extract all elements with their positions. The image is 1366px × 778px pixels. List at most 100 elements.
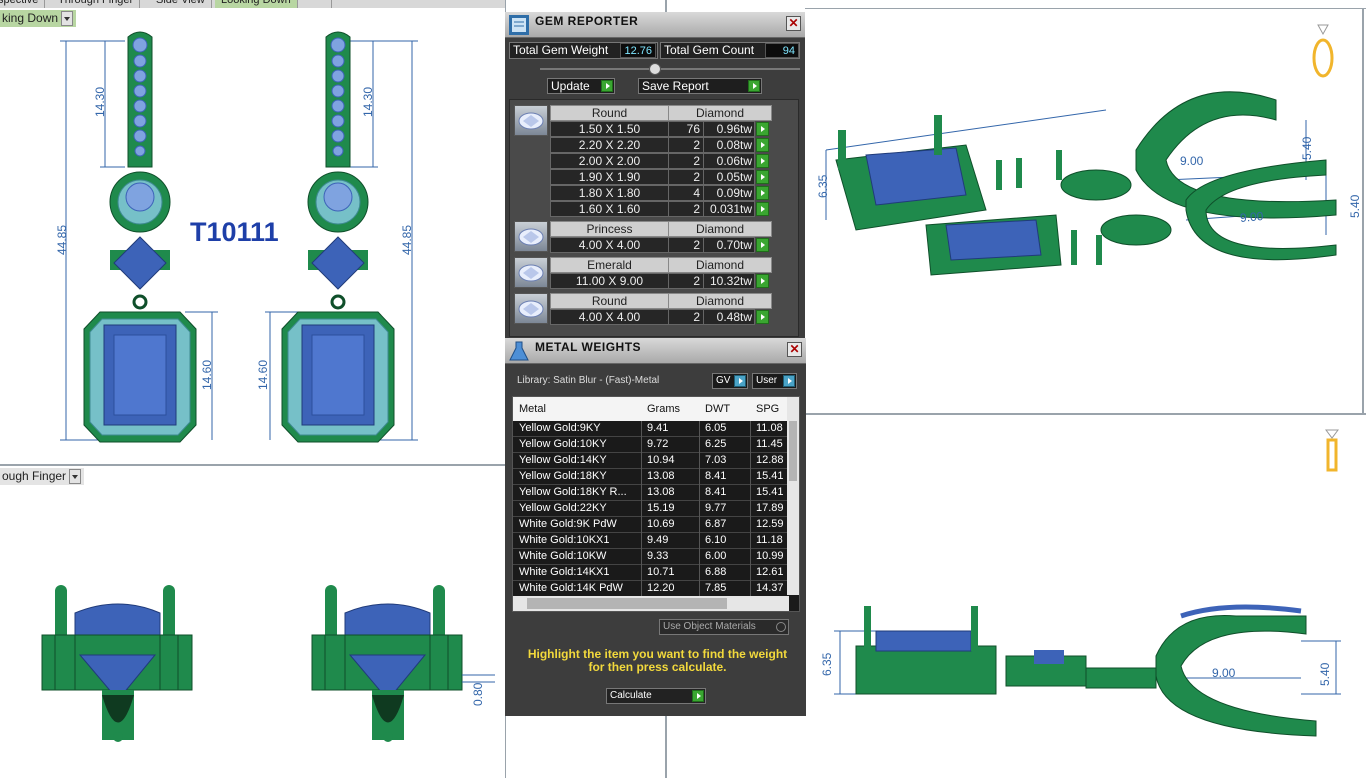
table-row[interactable]: Yellow Gold:14KY 10.94 7.03 12.88 (513, 453, 789, 469)
viewport-label-text: king Down (2, 11, 59, 25)
table-row[interactable]: Yellow Gold:9KY 9.41 6.05 11.08 (513, 421, 789, 437)
table-row[interactable]: White Gold:9K PdW 10.69 6.87 12.59 (513, 517, 789, 533)
column-divider (699, 565, 700, 581)
gv-dropdown[interactable]: GV (712, 373, 748, 389)
column-header-grams[interactable]: Grams (647, 403, 680, 415)
user-dropdown[interactable]: User (752, 373, 797, 389)
tab-perspective[interactable]: spective (0, 0, 46, 8)
table-row[interactable]: White Gold:14KX1 10.71 6.88 12.61 (513, 565, 789, 581)
gem-weight: 10.32tw (703, 273, 755, 289)
use-object-materials-toggle[interactable]: Use Object Materials (659, 619, 789, 635)
horizontal-scrollbar[interactable] (513, 596, 789, 611)
round-gem-icon[interactable] (514, 293, 548, 324)
round-gem-icon[interactable] (514, 105, 548, 136)
column-divider (699, 517, 700, 533)
select-gems-icon[interactable] (756, 186, 769, 200)
dimension-label: 5.40 (1348, 194, 1362, 218)
dwt-value: 6.88 (705, 566, 727, 578)
scroll-thumb[interactable] (527, 598, 727, 609)
tab-add[interactable]: ​ (318, 0, 332, 8)
gem-row[interactable]: 2.20 X 2.20 2 0.08tw (550, 137, 772, 153)
gem-weight: 0.48tw (703, 309, 755, 325)
chevron-down-icon[interactable] (61, 11, 74, 26)
table-row[interactable]: Yellow Gold:18KY 13.08 8.41 15.41 (513, 469, 789, 485)
side-view-drawing (834, 429, 1341, 737)
table-row[interactable]: Yellow Gold:18KY R... 13.08 8.41 15.41 (513, 485, 789, 501)
select-gems-icon[interactable] (756, 274, 769, 288)
column-divider (699, 501, 700, 517)
metal-name: White Gold:14K PdW (519, 582, 623, 594)
column-divider (641, 421, 642, 437)
table-row[interactable]: White Gold:10KX1 9.49 6.10 11.18 (513, 533, 789, 549)
use-object-materials-label: Use Object Materials (663, 621, 756, 632)
save-report-button[interactable]: Save Report (638, 78, 762, 94)
scroll-thumb[interactable] (789, 421, 797, 481)
viewport-label-through-finger[interactable]: ough Finger (0, 468, 84, 485)
princess-gem-icon[interactable] (514, 221, 548, 252)
gem-row[interactable]: 11.00 X 9.00 2 10.32tw (550, 273, 772, 289)
dimension-label: 44.85 (400, 224, 414, 255)
table-row[interactable]: Yellow Gold:22KY 15.19 9.77 17.89 (513, 501, 789, 517)
column-divider (750, 533, 751, 549)
gem-row[interactable]: 4.00 X 4.00 2 0.48tw (550, 309, 772, 325)
gem-group-header: Princess Diamond (550, 221, 772, 237)
column-header-metal[interactable]: Metal (519, 403, 546, 415)
gem-reporter-titlebar[interactable]: GEM REPORTER ✕ (505, 12, 805, 38)
table-row[interactable]: White Gold:10KW 9.33 6.00 10.99 (513, 549, 789, 565)
calculate-hint: Highlight the item you want to find the … (527, 647, 788, 674)
update-button[interactable]: Update (547, 78, 615, 94)
metal-name: Yellow Gold:14KY (519, 454, 607, 466)
select-gems-icon[interactable] (756, 170, 769, 184)
column-divider (750, 565, 751, 581)
viewport-label-looking-down[interactable]: king Down (0, 10, 76, 27)
chevron-down-icon[interactable] (69, 469, 82, 484)
front-view-drawing: T10111 (60, 31, 418, 443)
column-divider (750, 453, 751, 469)
select-gems-icon[interactable] (756, 122, 769, 136)
dwt-value: 8.41 (705, 470, 727, 482)
column-divider (699, 437, 700, 453)
dwt-value: 6.00 (705, 550, 727, 562)
table-row[interactable]: White Gold:14K PdW 12.20 7.85 14.37 (513, 581, 789, 597)
grams-value: 9.41 (647, 422, 669, 434)
grams-value: 12.20 (647, 582, 675, 594)
tab-looking-down[interactable]: Looking Down (215, 0, 298, 8)
gem-row[interactable]: 1.90 X 1.90 2 0.05tw (550, 169, 772, 185)
column-header-dwt[interactable]: DWT (705, 403, 730, 415)
tab-side-view[interactable]: Side View (150, 0, 212, 8)
gem-weight: 0.09tw (703, 185, 755, 201)
calculate-button[interactable]: Calculate (606, 688, 706, 704)
select-gems-icon[interactable] (756, 238, 769, 252)
select-gems-icon[interactable] (756, 202, 769, 216)
vertical-scrollbar[interactable] (787, 397, 799, 595)
gem-row[interactable]: 4.00 X 4.00 2 0.70tw (550, 237, 772, 253)
gem-row[interactable]: 1.50 X 1.50 76 0.96tw (550, 121, 772, 137)
gem-size: 11.00 X 9.00 (550, 273, 669, 289)
save-report-label: Save Report (642, 79, 709, 93)
earring-perspective (835, 91, 1337, 276)
gem-row[interactable]: 1.60 X 1.60 2 0.031tw (550, 201, 772, 217)
gem-row[interactable]: 1.80 X 1.80 4 0.09tw (550, 185, 772, 201)
grams-value: 9.49 (647, 534, 669, 546)
select-gems-icon[interactable] (756, 138, 769, 152)
dwt-value: 9.77 (705, 502, 727, 514)
column-divider (641, 453, 642, 469)
tab-through-finger[interactable]: Through Finger (52, 0, 141, 8)
select-gems-icon[interactable] (756, 154, 769, 168)
table-row[interactable]: Yellow Gold:10KY 9.72 6.25 11.45 (513, 437, 789, 453)
gem-row[interactable]: 2.00 X 2.00 2 0.06tw (550, 153, 772, 169)
select-gems-icon[interactable] (756, 310, 769, 324)
close-icon[interactable]: ✕ (786, 16, 801, 31)
column-divider (641, 533, 642, 549)
metal-weights-titlebar[interactable]: METAL WEIGHTS ✕ (505, 338, 806, 364)
emerald-gem-icon[interactable] (514, 257, 548, 288)
grams-value: 10.94 (647, 454, 675, 466)
dwt-value: 6.25 (705, 438, 727, 450)
panel-splitter[interactable] (540, 68, 800, 70)
splitter-handle-icon[interactable] (649, 63, 661, 75)
gem-weight: 0.031tw (703, 201, 755, 217)
column-divider (750, 421, 751, 437)
column-header-spg[interactable]: SPG (756, 403, 779, 415)
close-icon[interactable]: ✕ (787, 342, 802, 357)
dimension-label: 14.60 (256, 359, 270, 390)
